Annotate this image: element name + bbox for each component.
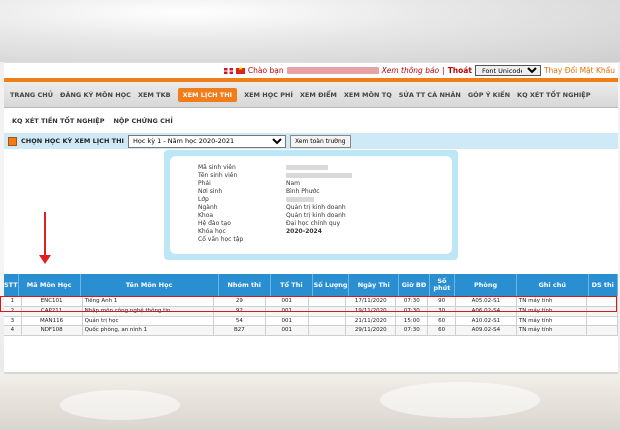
main-menu: TRANG CHỦ ĐĂNG KÝ MÔN HỌC XEM TKB XEM LỊ… xyxy=(4,82,618,108)
header-course-code: Mã Môn Học xyxy=(19,274,81,296)
header-note: Ghi chú xyxy=(517,274,589,296)
annotation-highlight-box xyxy=(0,296,617,312)
info-row-birthplace: Nơi sinh Bình Phước xyxy=(198,188,320,195)
student-name-redacted xyxy=(286,67,379,74)
header-exam-group: Nhóm thi xyxy=(219,274,271,296)
background-top xyxy=(0,0,620,62)
view-all-school-button[interactable]: Xem toàn trường xyxy=(289,134,351,148)
info-row-advisor: Cố vấn học tập xyxy=(198,236,244,243)
info-row-major: Ngành Quản trị kinh doanh xyxy=(198,204,346,211)
menu-timetable[interactable]: XEM TKB xyxy=(138,91,171,99)
semester-select-label: CHỌN HỌC KỲ XEM LỊCH THI xyxy=(21,137,124,145)
view-notifications-link[interactable]: Xem thông báo xyxy=(382,66,440,75)
menu-grades[interactable]: XEM ĐIỂM xyxy=(300,91,337,99)
semester-select-row: CHỌN HỌC KỲ XEM LỊCH THI Học kỳ 1 - Năm … xyxy=(4,133,618,149)
header-exam-list: DS thi xyxy=(589,274,618,296)
greeting-text: Chào bạn xyxy=(247,66,284,75)
menu-exam-schedule[interactable]: XEM LỊCH THI xyxy=(177,87,238,102)
sub-menu: KQ XÉT TIỀN TỐT NGHIỆP NỘP CHỨNG CHỈ xyxy=(4,111,618,131)
logout-link[interactable]: Thoát xyxy=(448,66,472,75)
menu-prerequisite-courses[interactable]: XEM MÔN TQ xyxy=(344,91,392,99)
annotation-arrow-down-icon xyxy=(38,255,51,264)
submenu-submit-certificate[interactable]: NỘP CHỨNG CHỈ xyxy=(113,117,172,125)
info-row-student-name: Tên sinh viên xyxy=(198,172,352,179)
header-quantity: Số Lượng xyxy=(313,274,350,296)
header-start-time: Giờ BĐ xyxy=(399,274,430,296)
menu-register-courses[interactable]: ĐĂNG KÝ MÔN HỌC xyxy=(60,91,131,99)
web-page: Chào bạn Xem thông báo | Thoát Font Unic… xyxy=(4,62,618,372)
info-row-faculty: Khoa Quản trị kinh doanh xyxy=(198,212,346,219)
submenu-pre-graduation-result[interactable]: KQ XÉT TIỀN TỐT NGHIỆP xyxy=(12,117,104,125)
info-row-student-id: Mã sinh viên xyxy=(198,164,328,171)
table-row: 3 MAN116 Quản trị học 54 001 21/11/2020 … xyxy=(4,316,618,326)
semester-select[interactable]: Học kỳ 1 - Năm học 2020-2021 xyxy=(127,134,286,148)
menu-home[interactable]: TRANG CHỦ xyxy=(10,91,53,99)
vietnamese-flag-icon[interactable] xyxy=(235,65,245,74)
menu-graduation-result[interactable]: KQ XÉT TỐT NGHIỆP xyxy=(517,91,590,99)
topbar-separator: | xyxy=(442,66,445,75)
change-password-link[interactable]: Thay Đổi Mật Khẩu xyxy=(544,66,615,75)
background-bottom xyxy=(0,372,620,430)
english-flag-icon[interactable] xyxy=(223,67,233,74)
header-exam-team: Tổ Thi xyxy=(271,274,313,296)
calendar-icon xyxy=(8,136,17,146)
info-row-training-system: Hệ đào tạo Đại học chính quy xyxy=(198,220,341,227)
annotation-arrow-shaft xyxy=(44,212,46,257)
table-header: STT Mã Môn Học Tên Môn Học Nhóm thi Tổ T… xyxy=(4,274,618,296)
menu-tuition[interactable]: XEM HỌC PHÍ xyxy=(244,91,293,99)
header-course-name: Tên Môn Học xyxy=(81,274,219,296)
table-row: 4 NDF108 Quốc phòng, an ninh 1 B27 001 2… xyxy=(4,326,618,336)
font-select[interactable]: Font Unicode xyxy=(474,65,541,76)
menu-edit-profile[interactable]: SỬA TT CÁ NHÂN xyxy=(399,91,461,99)
info-row-gender: Phái Nam xyxy=(198,180,301,187)
student-info-card: Mã sinh viên Tên sinh viên Phái Nam Nơi s… xyxy=(170,156,452,254)
student-info-panel: Mã sinh viên Tên sinh viên Phái Nam Nơi s… xyxy=(164,150,458,260)
info-row-class: Lớp xyxy=(198,196,314,203)
header-room: Phòng xyxy=(455,274,517,296)
header-minutes: Số phút xyxy=(430,274,456,296)
top-bar: Chào bạn Xem thông báo | Thoát Font Unic… xyxy=(4,62,618,78)
page-bottom-edge xyxy=(4,372,618,374)
header-stt: STT xyxy=(4,274,19,296)
menu-feedback[interactable]: GÓP Ý KIẾN xyxy=(468,91,510,99)
info-row-course-year: Khóa học 2020-2024 xyxy=(198,228,322,235)
header-exam-date: Ngày Thi xyxy=(349,274,400,296)
